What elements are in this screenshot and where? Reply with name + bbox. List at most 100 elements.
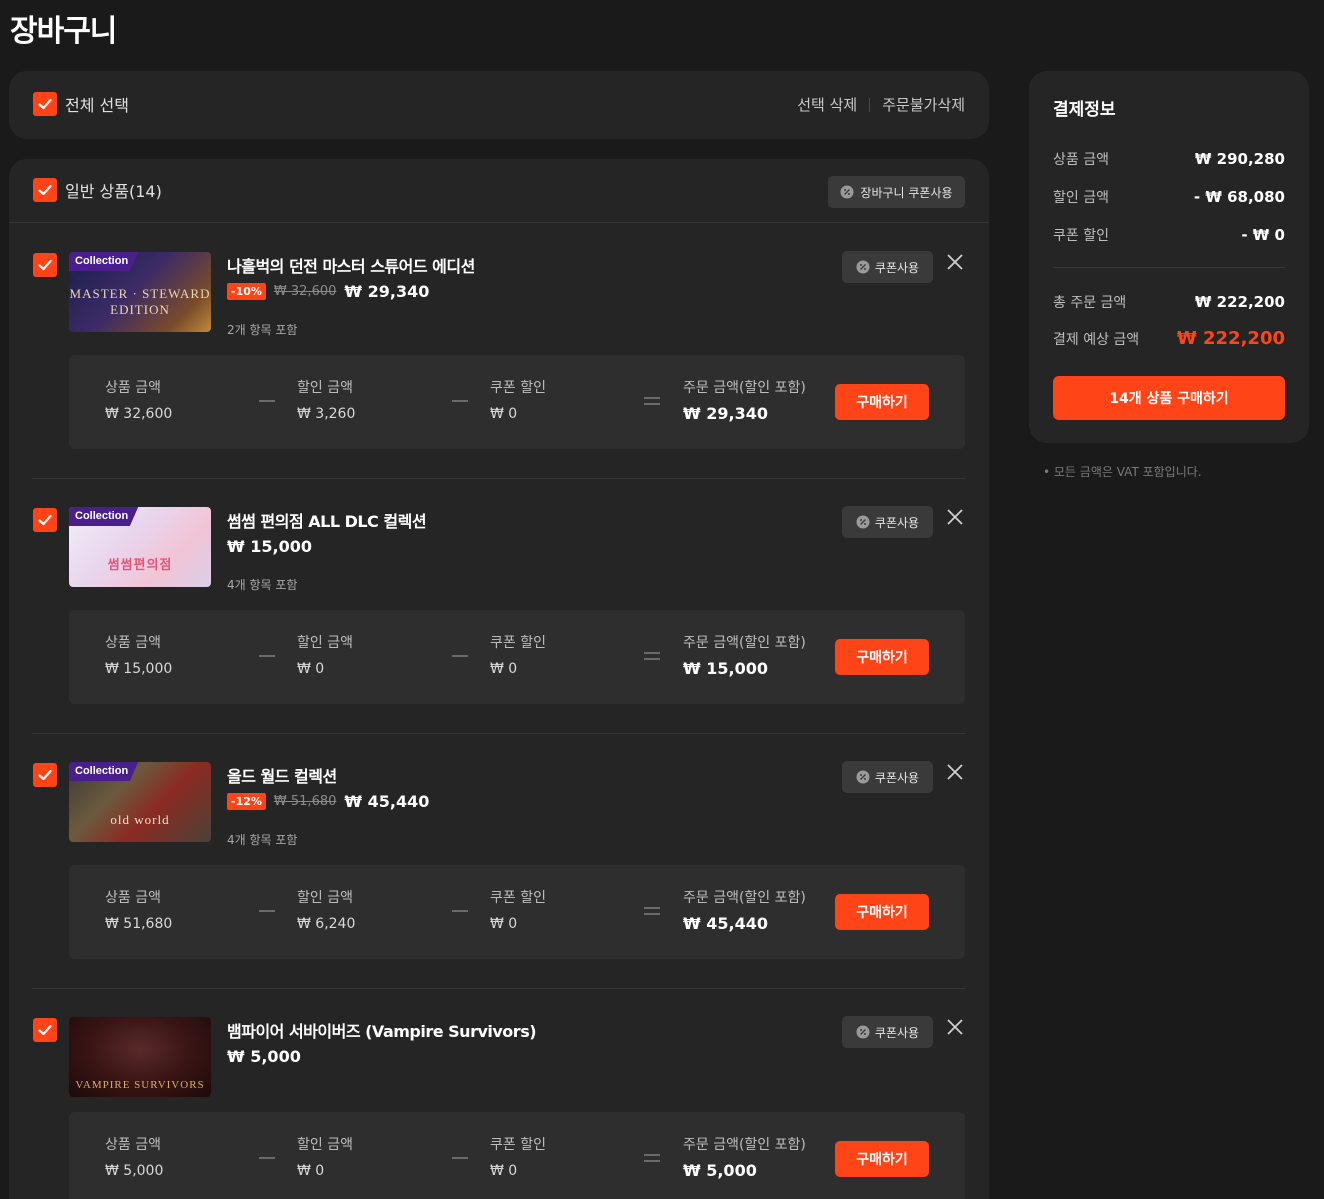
includes-count: 4개 항목 포함 [227, 578, 298, 592]
item-coupon-button[interactable]: 쿠폰사용 [842, 506, 933, 538]
item-checkbox[interactable] [33, 763, 57, 787]
payment-summary: 결제정보 상품 금액 ₩ 290,280 할인 금액 - ₩ 68,080 쿠폰… [1029, 71, 1309, 443]
product-amount-label: 상품 금액 [105, 1137, 161, 1153]
product-amount-col: 상품 금액 ₩ 51,680 [105, 887, 172, 932]
item-checkbox[interactable] [33, 1018, 57, 1042]
item-title[interactable]: 뱀파이어 서바이버즈 (Vampire Survivors) [227, 1018, 537, 1042]
coupon-amount-value: ₩ 0 [490, 916, 518, 932]
close-icon[interactable] [946, 508, 964, 526]
buy-all-button[interactable]: 14개 상품 구매하기 [1053, 376, 1285, 420]
coupon-icon [856, 1025, 870, 1039]
check-icon [38, 259, 52, 271]
coupon-amount-col: 쿠폰 할인 ₩ 0 [490, 632, 546, 677]
total-value: ₩ 222,200 [1194, 293, 1285, 311]
item-coupon-button[interactable]: 쿠폰사용 [842, 1016, 933, 1048]
discount-amount-label: 할인 금액 [297, 380, 353, 396]
cart-panel: 일반 상품(14) 장바구니 쿠폰사용 Collection MASTER · … [9, 159, 989, 1199]
select-all-bar: 전체 선택 선택 삭제 주문불가삭제 [9, 71, 989, 139]
thumbnail-art-text: 썸썸편의점 [107, 558, 173, 573]
coupon-amount-label: 쿠폰 할인 [490, 1137, 546, 1153]
item-checkbox[interactable] [33, 253, 57, 277]
product-amount-label: 상품 금액 [105, 635, 161, 651]
select-all-checkbox[interactable] [33, 92, 57, 116]
delete-unavailable-button[interactable]: 주문불가삭제 [882, 94, 965, 115]
select-all-label: 전체 선택 [65, 96, 129, 115]
summary-row-product: 상품 금액 ₩ 290,280 [1053, 149, 1285, 169]
item-thumbnail[interactable]: Collection old world [69, 762, 211, 842]
buy-button[interactable]: 구매하기 [835, 894, 929, 930]
product-amount-col: 상품 금액 ₩ 5,000 [105, 1134, 163, 1179]
delete-selected-button[interactable]: 선택 삭제 [797, 94, 857, 115]
buy-button[interactable]: 구매하기 [835, 639, 929, 675]
price-breakdown: 상품 금액 ₩ 5,000 할인 금액 ₩ 0 쿠폰 할인 ₩ 0 주문 금액(… [69, 1112, 965, 1199]
final-price: ₩ 15,000 [227, 537, 312, 556]
item-coupon-button[interactable]: 쿠폰사용 [842, 251, 933, 283]
item-coupon-button[interactable]: 쿠폰사용 [842, 761, 933, 793]
close-icon[interactable] [946, 253, 964, 271]
item-thumbnail[interactable]: Collection 썸썸편의점 [69, 507, 211, 587]
coupon-amount-col: 쿠폰 할인 ₩ 0 [490, 1134, 546, 1179]
coupon-icon [856, 260, 870, 274]
minus-icon [259, 400, 275, 402]
buy-button[interactable]: 구매하기 [835, 384, 929, 420]
discount-amount-value: ₩ 6,240 [297, 916, 356, 932]
item-title[interactable]: 썸썸 편의점 ALL DLC 컬렉션 [227, 508, 427, 532]
minus-icon [259, 910, 275, 912]
coupon-icon [840, 185, 854, 199]
cart-item: Collection 썸썸편의점 썸썸 편의점 ALL DLC 컬렉션 ₩ 15… [32, 478, 965, 733]
price-row: ₩ 15,000 [227, 537, 312, 556]
close-icon[interactable] [946, 1018, 964, 1036]
close-icon[interactable] [946, 763, 964, 781]
order-amount-col: 주문 금액(할인 포함) ₩ 45,440 [683, 887, 806, 933]
product-amount-value: ₩ 5,000 [105, 1163, 164, 1179]
coupon-icon [856, 770, 870, 784]
thumbnail-art-text: VAMPIRE SURVIVORS [75, 1079, 205, 1091]
total-label: 총 주문 금액 [1053, 295, 1127, 311]
coupon-amount-label: 쿠폰 할인 [490, 635, 546, 651]
product-amount-label: 상품 금액 [105, 890, 161, 906]
discount-badge: -10% [227, 283, 266, 300]
discount-amount-col: 할인 금액 ₩ 0 [297, 632, 353, 677]
order-amount-label: 주문 금액(할인 포함) [683, 890, 806, 906]
final-price: ₩ 5,000 [227, 1047, 301, 1066]
coupon-label: 쿠폰사용 [874, 1025, 920, 1040]
cart-section-header: 일반 상품(14) 장바구니 쿠폰사용 [9, 159, 989, 223]
equals-icon [644, 397, 660, 405]
coupon-amount-value: ₩ 0 [490, 661, 518, 677]
order-amount-value: ₩ 15,000 [683, 659, 768, 678]
minus-icon [259, 655, 275, 657]
minus-icon [259, 1157, 275, 1159]
expected-value: ₩ 222,200 [1176, 328, 1285, 349]
item-thumbnail[interactable]: Collection MASTER · STEWARD EDITION [69, 252, 211, 332]
discount-amount-label: 할인 금액 [297, 1137, 353, 1153]
summary-label: 할인 금액 [1053, 190, 1109, 206]
thumbnail-art-text: old world [110, 812, 170, 827]
price-row: ₩ 5,000 [227, 1047, 301, 1066]
discount-amount-value: ₩ 3,260 [297, 406, 356, 422]
item-title[interactable]: 나흘벅의 던전 마스터 스튜어드 에디션 [227, 253, 475, 277]
expected-label: 결제 예상 금액 [1053, 331, 1140, 348]
equals-icon [644, 1154, 660, 1162]
summary-label: 상품 금액 [1053, 152, 1109, 168]
item-title[interactable]: 올드 월드 컬렉션 [227, 763, 337, 787]
item-thumbnail[interactable]: VAMPIRE SURVIVORS [69, 1017, 211, 1097]
summary-title: 결제정보 [1053, 100, 1116, 120]
order-amount-label: 주문 금액(할인 포함) [683, 1137, 806, 1153]
thumbnail-art-text: MASTER · STEWARD EDITION [69, 286, 211, 317]
buy-button[interactable]: 구매하기 [835, 1141, 929, 1177]
coupon-amount-col: 쿠폰 할인 ₩ 0 [490, 377, 546, 422]
cart-coupon-button[interactable]: 장바구니 쿠폰사용 [828, 176, 965, 208]
select-all-actions: 선택 삭제 주문불가삭제 [797, 94, 965, 115]
section-checkbox[interactable] [33, 178, 57, 202]
minus-icon [452, 1157, 468, 1159]
price-row: -12% ₩ 51,680 ₩ 45,440 [227, 792, 429, 811]
price-row: -10% ₩ 32,600 ₩ 29,340 [227, 282, 429, 301]
discount-amount-value: ₩ 0 [297, 1163, 325, 1179]
discount-amount-col: 할인 금액 ₩ 6,240 [297, 887, 355, 932]
order-amount-value: ₩ 45,440 [683, 914, 768, 933]
item-checkbox[interactable] [33, 508, 57, 532]
order-amount-col: 주문 금액(할인 포함) ₩ 15,000 [683, 632, 806, 678]
cart-coupon-label: 장바구니 쿠폰사용 [860, 185, 953, 200]
check-icon [38, 98, 52, 110]
summary-row-discount: 할인 금액 - ₩ 68,080 [1053, 187, 1285, 207]
